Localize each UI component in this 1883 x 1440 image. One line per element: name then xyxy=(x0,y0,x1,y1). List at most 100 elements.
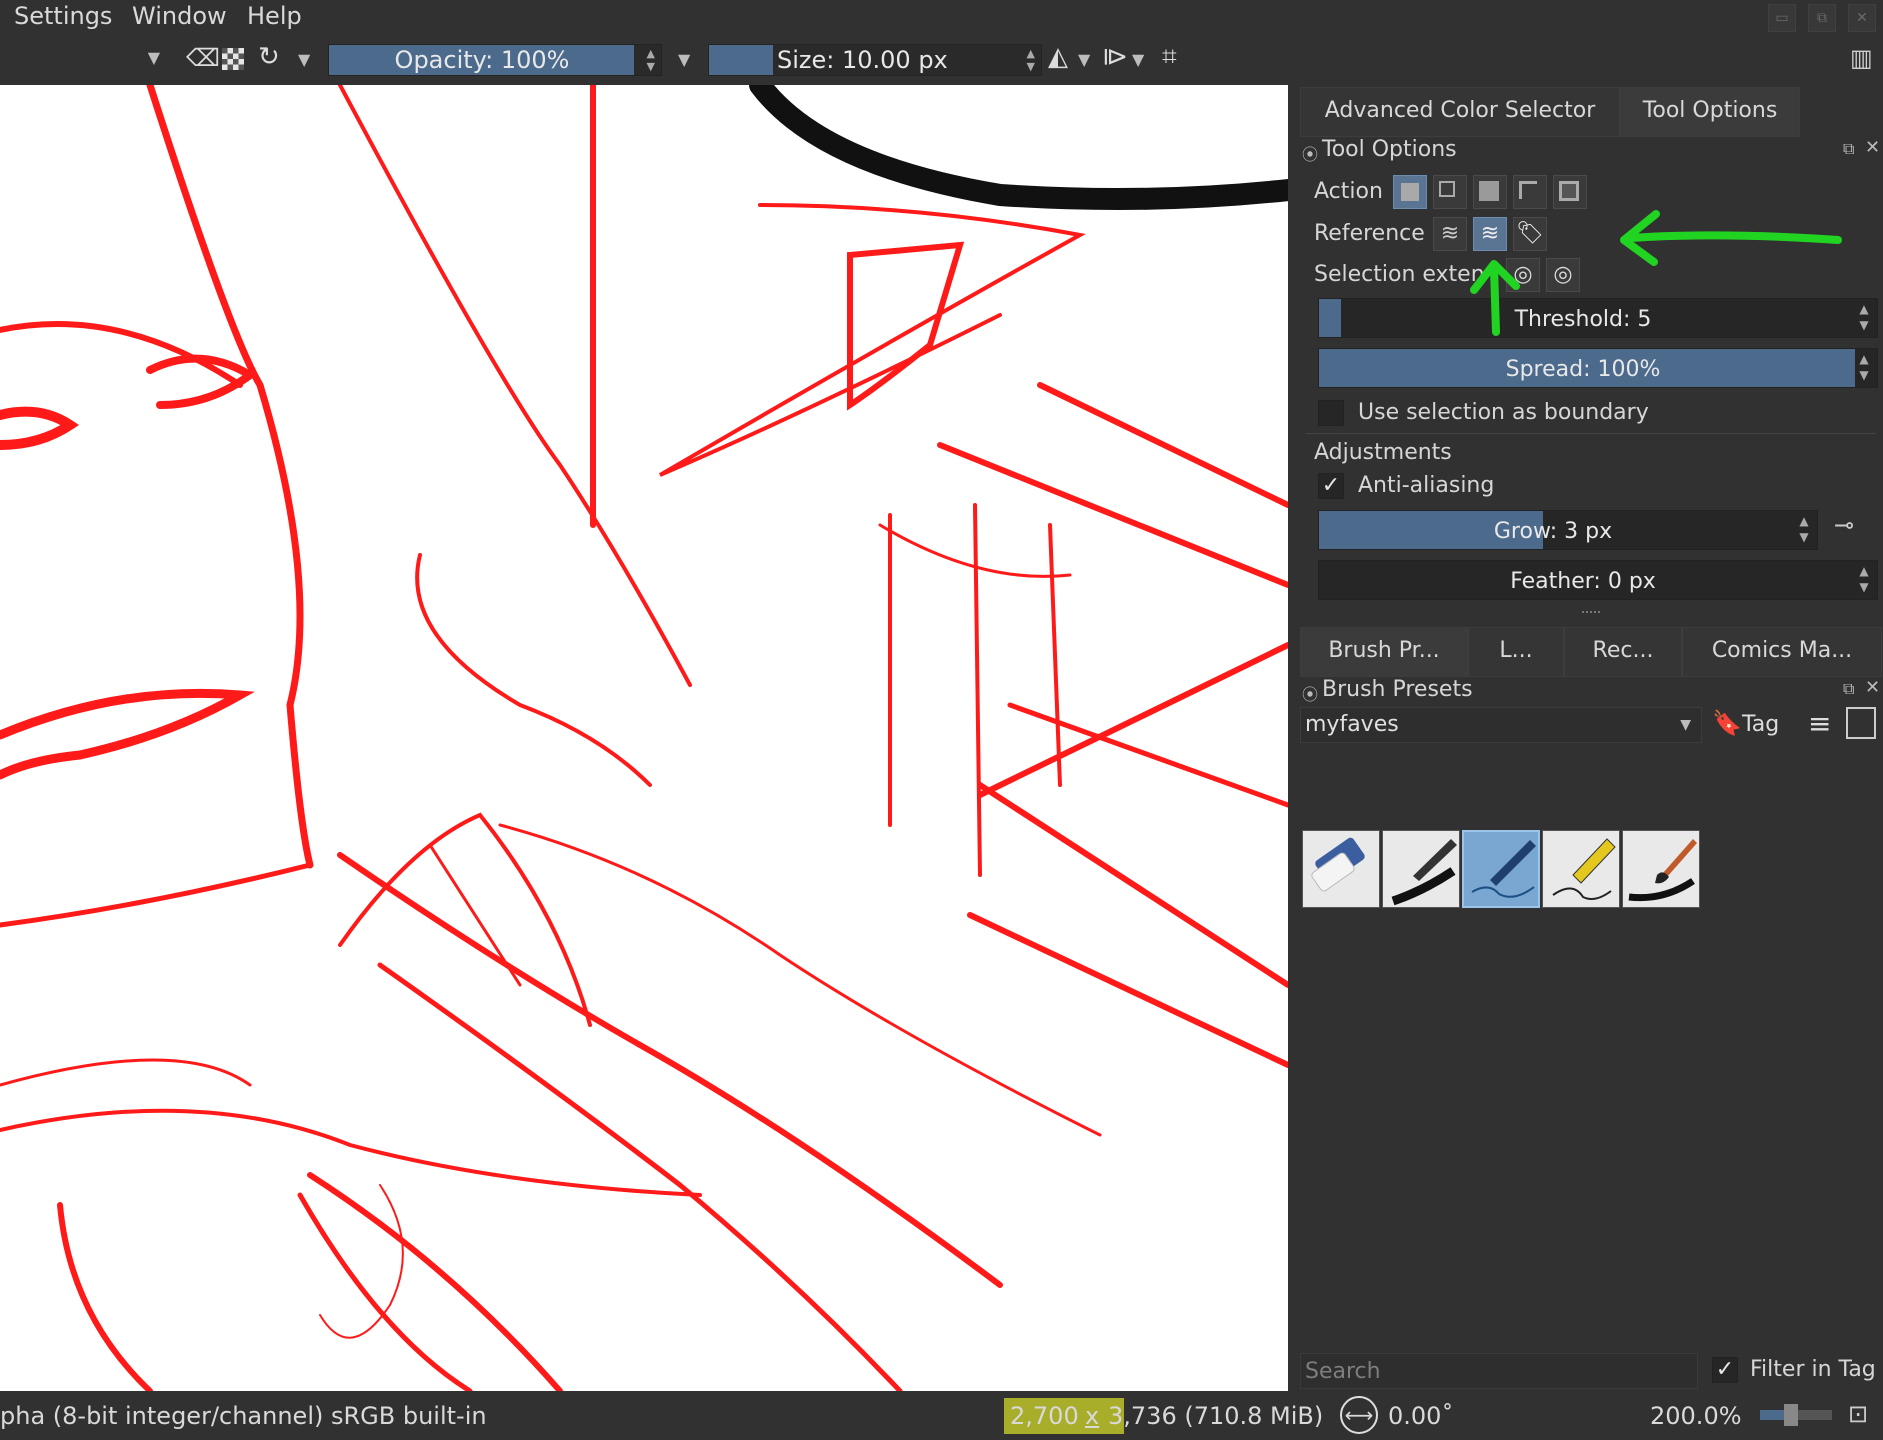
brush-preset-eraser[interactable] xyxy=(1302,830,1380,908)
tag-dropdown[interactable]: myfaves ▼ xyxy=(1300,707,1702,743)
brush-preset-ink-pen[interactable] xyxy=(1382,830,1460,908)
use-selection-checkbox[interactable] xyxy=(1318,400,1344,426)
current-layer-icon[interactable]: ≋ xyxy=(1433,217,1467,251)
color-space-info: pha (8-bit integer/channel) sRGB built-i… xyxy=(0,1402,487,1430)
brush-presets-title: Brush Presets xyxy=(1322,677,1473,702)
stop-growing-icon[interactable]: ⊸ xyxy=(1834,511,1854,539)
eraser-mode-icon[interactable]: ⌫ xyxy=(186,44,220,72)
eraser-icon xyxy=(1311,837,1365,892)
workspace-icon[interactable]: ▥ xyxy=(1850,44,1873,72)
brush-preset-fineliner[interactable] xyxy=(1542,830,1620,908)
reload-preset-icon[interactable]: ↻ xyxy=(258,42,280,72)
opacity-spinbox[interactable]: Opacity: 100% ▲ ▼ xyxy=(328,44,662,76)
subtract-selection-icon[interactable] xyxy=(1513,175,1547,209)
size-spinbox[interactable]: Size: 10.00 px ▲ ▼ xyxy=(708,44,1042,76)
chevron-down-icon[interactable]: ▼ xyxy=(678,50,690,69)
threshold-slider[interactable]: Threshold: 5 ▲ ▼ xyxy=(1318,298,1878,338)
image-height-size: 3,736 (710.8 MiB) xyxy=(1108,1402,1324,1430)
contiguous-region-icon[interactable]: ◎ xyxy=(1546,258,1580,292)
tag-button-label: Tag xyxy=(1742,712,1780,737)
tab-comics-manager[interactable]: Comics Ma... xyxy=(1682,627,1882,677)
menu-help[interactable]: Help xyxy=(247,2,302,30)
spread-slider[interactable]: Spread: 100% ▲ ▼ xyxy=(1318,348,1878,388)
chevron-down-icon: ▼ xyxy=(147,48,160,67)
image-width: 2,700 xyxy=(1010,1402,1079,1430)
hamburger-menu-icon[interactable]: ≡ xyxy=(1808,707,1831,740)
spin-arrows-icon[interactable]: ▲ ▼ xyxy=(647,47,655,73)
preserve-alpha-icon[interactable] xyxy=(222,48,244,70)
blend-mode-dropdown[interactable]: ▼ xyxy=(0,44,170,76)
status-bar: pha (8-bit integer/channel) sRGB built-i… xyxy=(0,1392,1883,1440)
feather-slider[interactable]: Feather: 0 px ▲ ▼ xyxy=(1318,560,1878,600)
tag-dropdown-value: myfaves xyxy=(1305,712,1399,737)
ink-pen-icon xyxy=(1391,839,1457,906)
tab-recorder[interactable]: Rec... xyxy=(1564,627,1682,677)
splitter-handle[interactable] xyxy=(1582,611,1600,613)
spin-up-icon[interactable]: ▲ ▼ xyxy=(1855,563,1873,595)
brush-preset-paintbrush[interactable] xyxy=(1622,830,1700,908)
grow-label: Grow: 3 px xyxy=(1493,519,1613,544)
close-docker-icon[interactable]: ✕ xyxy=(1865,137,1880,158)
brush-preset-blue-pen[interactable] xyxy=(1462,830,1540,908)
grow-slider[interactable]: Grow: 3 px ▲ ▼ xyxy=(1318,510,1818,550)
lock-docker-icon[interactable]: ⦿ xyxy=(1302,141,1318,165)
lock-docker-icon[interactable]: ⦿ xyxy=(1302,681,1318,705)
zoom-slider[interactable] xyxy=(1760,1404,1832,1426)
opacity-label: Opacity: 100% xyxy=(394,46,570,74)
divider xyxy=(1306,433,1876,434)
use-selection-label: Use selection as boundary xyxy=(1358,400,1649,425)
action-label: Action xyxy=(1314,179,1383,204)
replace-selection-icon[interactable] xyxy=(1393,175,1427,209)
mirror-vertical-icon[interactable]: ⧐ xyxy=(1102,42,1128,72)
spin-up-icon[interactable]: ▲ ▼ xyxy=(1855,351,1873,383)
anti-aliasing-checkbox[interactable]: ✓ xyxy=(1318,473,1344,499)
zoom-slider-handle[interactable] xyxy=(1784,1404,1798,1426)
display-mode-icon[interactable]: ⊡ xyxy=(1848,1400,1868,1428)
tab-tool-options[interactable]: Tool Options xyxy=(1620,87,1800,137)
threshold-label: Threshold: 5 xyxy=(1514,307,1652,332)
crop-icon[interactable]: ⌗ xyxy=(1162,42,1177,73)
restore-window-icon[interactable]: ⧉ xyxy=(1808,4,1836,32)
tab-advanced-color-selector[interactable]: Advanced Color Selector xyxy=(1300,87,1620,137)
rotation-dial-icon[interactable]: ⟷ xyxy=(1340,1396,1378,1434)
drawing-canvas[interactable] xyxy=(0,85,1288,1391)
anti-aliasing-label: Anti-aliasing xyxy=(1358,473,1495,498)
right-docker: Advanced Color Selector Tool Options ⦿ T… xyxy=(1298,85,1883,1391)
filter-in-tag-checkbox[interactable]: ✓ xyxy=(1712,1357,1738,1383)
spin-arrows-icon[interactable]: ▲ ▼ xyxy=(1027,47,1035,73)
dimensions-x: x xyxy=(1085,1402,1100,1430)
view-mode-icon[interactable] xyxy=(1846,707,1876,739)
spin-up-icon[interactable]: ▲ ▼ xyxy=(1795,513,1813,545)
rotation-value: 0.00˚ xyxy=(1388,1402,1454,1430)
float-docker-icon[interactable]: ⧉ xyxy=(1843,139,1854,159)
size-label: Size: 10.00 px xyxy=(777,46,948,74)
intersect-selection-icon[interactable] xyxy=(1433,175,1467,209)
search-input[interactable]: Search xyxy=(1300,1353,1698,1389)
minimize-window-icon[interactable]: ▭ xyxy=(1768,4,1796,32)
float-docker-icon[interactable]: ⧉ xyxy=(1843,679,1854,699)
search-placeholder: Search xyxy=(1305,1359,1381,1384)
chevron-down-icon[interactable]: ▼ xyxy=(1078,50,1090,69)
zoom-value: 200.0% xyxy=(1650,1402,1742,1430)
chevron-down-icon[interactable]: ▼ xyxy=(1132,50,1144,69)
similar-color-icon[interactable]: ◎ xyxy=(1506,258,1540,292)
tool-options-title: Tool Options xyxy=(1322,137,1457,162)
mirror-horizontal-icon[interactable]: ◭ xyxy=(1048,42,1068,72)
chevron-down-icon[interactable]: ▼ xyxy=(298,50,310,69)
tab-layers[interactable]: L... xyxy=(1468,627,1564,677)
close-docker-icon[interactable]: ✕ xyxy=(1865,677,1880,698)
close-window-icon[interactable]: ✕ xyxy=(1848,4,1876,32)
menu-window[interactable]: Window xyxy=(132,2,227,30)
reference-label: Reference xyxy=(1314,221,1425,246)
spread-label: Spread: 100% xyxy=(1505,357,1661,382)
add-selection-icon[interactable] xyxy=(1473,175,1507,209)
paintbrush-icon xyxy=(1628,839,1697,902)
symmetric-difference-icon[interactable] xyxy=(1553,175,1587,209)
menu-settings[interactable]: Settings xyxy=(14,2,112,30)
tag-button[interactable]: 🔖 Tag xyxy=(1708,707,1800,743)
color-labeled-layers-icon[interactable]: 🏷 xyxy=(1513,217,1547,251)
menu-bar: Settings Window Help ▭ ⧉ ✕ xyxy=(0,0,1883,34)
spin-up-icon[interactable]: ▲ ▼ xyxy=(1855,301,1873,333)
all-layers-icon[interactable]: ≋ xyxy=(1473,217,1507,251)
tab-brush-presets[interactable]: Brush Pr... xyxy=(1300,627,1468,677)
